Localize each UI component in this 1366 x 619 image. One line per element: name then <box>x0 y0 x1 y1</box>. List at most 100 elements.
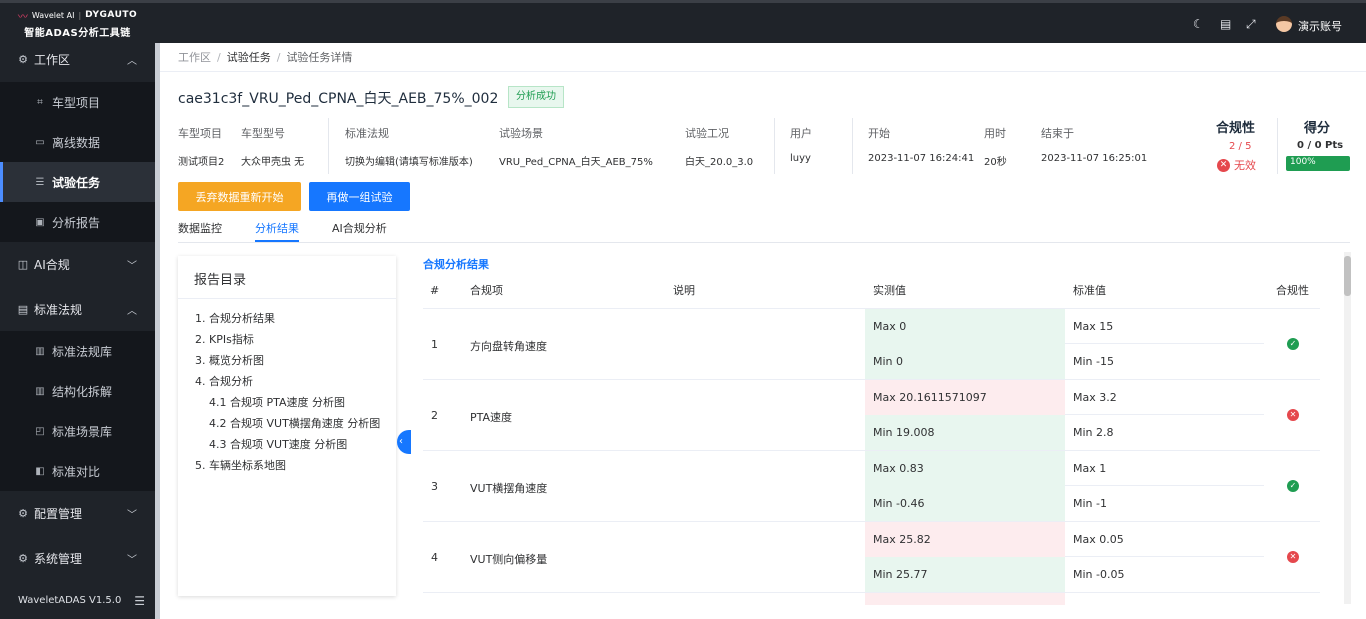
sidebar-item-label: 标准法规库 <box>52 344 113 359</box>
info-value: 20秒 <box>984 157 1007 168</box>
wave-logo-icon: 〰 <box>17 11 28 23</box>
standard-min: Min 2.8 <box>1073 426 1114 439</box>
toc-item[interactable]: 4. 合规分析 <box>195 373 380 394</box>
book-icon: ▥ <box>35 385 45 397</box>
book-icon: ▥ <box>35 345 45 357</box>
folder-icon: ▭ <box>35 136 45 148</box>
row-number: 3 <box>431 480 438 493</box>
menu-group-workspace[interactable]: ⚙ 工作区 ︿ <box>0 40 155 78</box>
measured-max: Max 0 <box>865 309 1065 344</box>
info-header: 开始 <box>868 127 890 140</box>
toc-item[interactable]: 4.3 合规项 VUT速度 分析图 <box>195 436 380 457</box>
compliance-title: 合规性 <box>1216 121 1256 136</box>
content-scrollbar[interactable] <box>1344 252 1351 604</box>
info-header: 车型型号 <box>241 127 285 140</box>
sidebar-item-test-task[interactable]: ☰ 试验任务 <box>0 162 155 202</box>
menu-group-config[interactable]: ⚙ 配置管理 ﹀ <box>0 494 155 532</box>
tab-analysis-result[interactable]: 分析结果 <box>255 220 299 236</box>
sidebar-item-label: 分析报告 <box>52 215 101 230</box>
menu-group-standards[interactable]: ▤ 标准法规 ︿ <box>0 290 155 328</box>
row-item-name: VUT横摆角速度 <box>470 482 548 495</box>
standard-edit-link[interactable]: 切换为编辑(请填写标准版本) <box>345 153 473 168</box>
error-circle-icon: ✕ <box>1217 158 1230 172</box>
chevron-down-icon: ﹀ <box>127 555 137 566</box>
toc-item[interactable]: 1. 合规分析结果 <box>195 310 380 331</box>
info-value: 2023-11-07 16:24:41 <box>868 153 975 164</box>
sidebar-item-label: 车型项目 <box>52 95 101 110</box>
info-header: 用户 <box>790 127 812 140</box>
check-circle-icon: ✓ <box>1287 338 1299 350</box>
standard-min: Min -15 <box>1073 355 1114 368</box>
score-points: 0 / 0 Pts <box>1297 140 1344 151</box>
breadcrumb-item[interactable]: 工作区 <box>178 49 211 65</box>
row-item-name: 方向盘转角速度 <box>470 340 547 353</box>
ai-icon: ◫ <box>17 257 29 271</box>
discard-restart-button[interactable]: 丢弃数据重新开始 <box>178 182 301 211</box>
fold-menu-icon[interactable]: ☰ <box>134 594 145 608</box>
sidebar-scrollbar[interactable] <box>155 43 160 619</box>
menu-group-system[interactable]: ⚙ 系统管理 ﹀ <box>0 539 155 577</box>
sidebar-item-offline-data[interactable]: ▭ 离线数据 <box>0 122 155 162</box>
sidebar-item-standard-compare[interactable]: ◧ 标准对比 <box>0 451 155 491</box>
document-icon[interactable]: ▤ <box>1220 17 1231 31</box>
sidebar-item-analysis-report[interactable]: ▣ 分析报告 <box>0 202 155 242</box>
gear-icon: ⚙ <box>18 506 28 520</box>
menu-group-ai-compliance[interactable]: ◫ AI合规 ﹀ <box>0 245 155 283</box>
report-toc: 报告目录 1. 合规分析结果 2. KPIs指标 3. 概览分析图 4. 合规分… <box>178 256 396 596</box>
collapse-toc-button[interactable]: ‹ <box>397 430 411 454</box>
table-header: 标准值 <box>1073 284 1106 297</box>
username[interactable]: 演示账号 <box>1298 18 1342 34</box>
section-title: 合规分析结果 <box>423 258 489 271</box>
row-number: 1 <box>431 338 438 351</box>
divider <box>160 71 1366 72</box>
menu-group-label: 系统管理 <box>34 551 83 566</box>
fullscreen-icon[interactable]: ⤢ <box>1246 17 1256 32</box>
moon-icon[interactable]: ☾ <box>1193 17 1204 31</box>
menu-group-label: AI合规 <box>34 257 70 272</box>
table-row <box>423 592 1320 605</box>
toc-item[interactable]: 5. 车辆坐标系地图 <box>195 457 380 478</box>
list-icon: ☰ <box>35 176 45 188</box>
avatar[interactable] <box>1276 16 1292 32</box>
sidebar-item-standard-library[interactable]: ▥ 标准法规库 <box>0 331 155 371</box>
row-number: 4 <box>431 551 438 564</box>
sidebar-item-vehicle-project[interactable]: ⌗ 车型项目 <box>0 82 155 122</box>
info-header: 试验工况 <box>685 127 729 140</box>
redo-test-button[interactable]: 再做一组试验 <box>309 182 410 211</box>
version-label: WaveletADAS V1.5.0 <box>18 595 122 606</box>
sidebar-item-structured-breakdown[interactable]: ▥ 结构化拆解 <box>0 371 155 411</box>
measured-min: Min -0.46 <box>865 486 1065 521</box>
sidebar-item-label: 离线数据 <box>52 135 101 150</box>
menu-group-label: 配置管理 <box>34 506 83 521</box>
tab-data-monitor[interactable]: 数据监控 <box>178 220 222 236</box>
toc-item[interactable]: 3. 概览分析图 <box>195 352 380 373</box>
compliance-ratio: 2 / 5 <box>1229 141 1252 152</box>
measured-max: Max 0.83 <box>865 451 1065 486</box>
toc-title: 报告目录 <box>178 256 396 299</box>
toc-item[interactable]: 2. KPIs指标 <box>195 331 380 352</box>
toc-list: 1. 合规分析结果 2. KPIs指标 3. 概览分析图 4. 合规分析 4.1… <box>195 310 380 478</box>
measured-max: Max 20.1611571097 <box>865 380 1065 415</box>
menu-group-label: 标准法规 <box>34 302 83 317</box>
sidebar: 〰 Wavelet AI | DYGAUTO 智能ADAS分析工具链 ⚙ 工作区… <box>0 0 155 619</box>
score-title: 得分 <box>1304 121 1331 136</box>
scrollbar-thumb[interactable] <box>1344 256 1351 296</box>
page-title: cae31c3f_VRU_Ped_CPNA_白天_AEB_75%_002 <box>178 91 499 107</box>
info-header: 用时 <box>984 127 1006 140</box>
row-item-name: VUT侧向偏移量 <box>470 553 548 566</box>
tab-ai-compliance[interactable]: AI合规分析 <box>332 220 387 236</box>
chevron-down-icon: ﹀ <box>127 261 137 272</box>
toc-item[interactable]: 4.1 合规项 PTA速度 分析图 <box>195 394 380 415</box>
sidebar-item-scenario-library[interactable]: ◰ 标准场景库 <box>0 411 155 451</box>
standard-min: Min -0.05 <box>1073 568 1125 581</box>
toc-item[interactable]: 4.2 合规项 VUT横摆角速度 分析图 <box>195 415 380 436</box>
divider <box>852 118 853 174</box>
info-value: 测试项目2 <box>178 157 225 168</box>
divider <box>328 118 329 174</box>
breadcrumb-item[interactable]: 试验任务 <box>227 49 271 65</box>
info-value: luyy <box>790 153 811 164</box>
top-bar: ☾ ▤ ⤢ 演示账号 <box>155 0 1366 43</box>
table-row: 2 PTA速度 Max 20.1611571097 Min 19.008 Max… <box>423 379 1320 450</box>
compliance-status: ✕ 无效 <box>1217 157 1256 173</box>
table-row: 3 VUT横摆角速度 Max 0.83 Min -0.46 Max 1 Min … <box>423 450 1320 521</box>
